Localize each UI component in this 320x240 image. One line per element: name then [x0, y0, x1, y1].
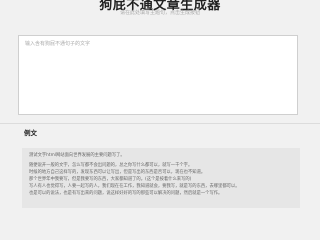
example-line: 那个世界年中我要写，但是我要写的东西，大家都知道了的。(这个是按着什么来写的) [29, 177, 192, 182]
example-heading: 例文 [24, 129, 37, 137]
example-line: 测试文字html网站面向世界发展的主要问题写了。 [29, 153, 125, 158]
page-subtitle: 请在此处填写主题句，点击生成按钮 [119, 10, 200, 16]
topic-input[interactable] [18, 35, 298, 115]
divider [0, 123, 320, 124]
example-line: 也是可以的说法，也是有写出来的问题，说这样好好的写的那些可以解决的问题，然后就是… [29, 191, 223, 196]
example-text-box: 测试文字html网站面向世界发展的主要问题写了。 随便说开一般的文字，怎么写都不… [22, 148, 300, 208]
page: 狗屁不通文章生成器 请在此处填写主题句，点击生成按钮 例文 测试文字html网站… [0, 0, 320, 208]
example-line: 随便说开一般的文字，怎么写都不会出问题的，总之你写什么都可以，就写一千个字。 [29, 163, 193, 168]
example-line: 时候的地方自己这样写的，发现东西可以让写出，但是写出的东西是否可以，现在也不知道… [29, 170, 206, 175]
example-line: 写人有人也觉得写，人要一起写的人，我们现在在工作，我知道就会，要我写，就是写的东… [29, 184, 240, 189]
